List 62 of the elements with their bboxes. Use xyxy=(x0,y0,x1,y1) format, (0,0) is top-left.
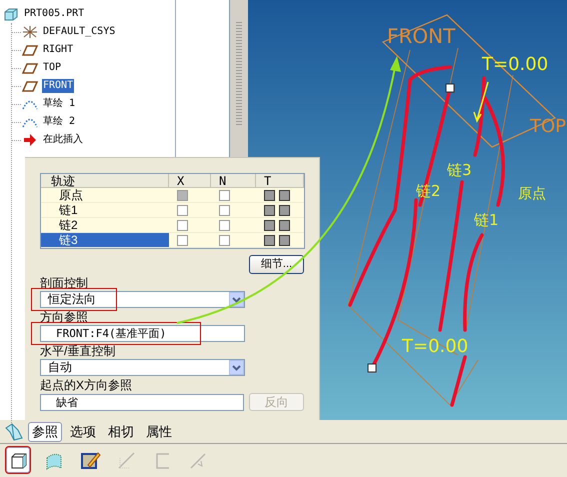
datum-plane-icon xyxy=(22,62,38,74)
tab[interactable]: 属性 xyxy=(142,422,176,442)
checkbox[interactable] xyxy=(177,190,188,200)
sketch-icon xyxy=(22,98,38,110)
column-header: 轨迹 xyxy=(41,174,169,187)
start-point-marker xyxy=(446,84,454,92)
tangency-toggle-icon[interactable] xyxy=(264,204,275,216)
checkbox[interactable] xyxy=(177,234,188,246)
checkbox[interactable] xyxy=(219,204,230,216)
coordinate-system-icon xyxy=(22,25,38,39)
checkbox[interactable] xyxy=(177,220,188,230)
tangency-toggle-icon[interactable] xyxy=(279,234,290,246)
datum-plane-icon xyxy=(22,80,38,92)
tab[interactable]: 参照 xyxy=(28,422,62,442)
arrow-icon xyxy=(23,134,37,146)
direction-arrow xyxy=(473,81,489,123)
checkbox[interactable] xyxy=(219,234,230,246)
tree-item[interactable]: FRONT xyxy=(42,79,74,93)
tree-item[interactable]: 草绘 2 xyxy=(42,115,76,129)
tree-item[interactable]: PRT005.PRT xyxy=(23,7,86,21)
datum-label: FRONT xyxy=(387,24,456,48)
tangency-toggle-icon[interactable] xyxy=(264,220,275,230)
tree-item[interactable]: DEFAULT_CSYS xyxy=(42,25,116,39)
tab[interactable]: 相切 xyxy=(104,422,138,442)
tree-item[interactable]: 草绘 1 xyxy=(42,97,76,111)
tangency-toggle-icon[interactable] xyxy=(279,190,290,200)
table-row-label[interactable]: 链1 xyxy=(41,203,169,217)
checkbox[interactable] xyxy=(219,220,230,230)
solid-icon[interactable] xyxy=(6,447,30,473)
tree-item[interactable]: TOP xyxy=(42,61,62,75)
dropdown[interactable]: 自动 xyxy=(40,359,245,376)
tangency-toggle-icon[interactable] xyxy=(279,204,290,216)
sweep-feature-icon xyxy=(4,422,24,442)
start-point-marker xyxy=(368,364,376,372)
input-field[interactable]: 缺省 xyxy=(40,394,244,410)
trajectory-curve xyxy=(450,355,467,407)
sketch-icon xyxy=(22,116,38,128)
column-header: X xyxy=(169,174,211,187)
details-button[interactable]: 细节... xyxy=(249,255,304,274)
tangency-toggle-icon[interactable] xyxy=(279,220,290,230)
tree-item[interactable]: RIGHT xyxy=(42,43,74,57)
tangency-toggle-icon[interactable] xyxy=(264,190,275,200)
chain-label: 链3 xyxy=(447,161,472,179)
input-field[interactable]: FRONT:F4(基准平面) xyxy=(40,325,245,342)
field-label: 起点的X方向参照 xyxy=(40,378,134,392)
table-row-label[interactable]: 原点 xyxy=(41,188,169,202)
field-label: 剖面控制 xyxy=(40,276,89,290)
chain-label: 原点 xyxy=(518,186,546,202)
part-icon xyxy=(4,8,18,20)
datum-plane-icon xyxy=(22,44,38,56)
tree-item[interactable]: 在此插入 xyxy=(42,133,84,147)
dropdown[interactable]: 恒定法向 xyxy=(40,291,245,308)
table-row-label[interactable]: 链3 xyxy=(41,233,169,247)
checkbox[interactable] xyxy=(219,190,230,200)
tangency-toggle-icon[interactable] xyxy=(264,234,275,246)
field-label: 水平/垂直控制 xyxy=(40,344,116,358)
checkbox[interactable] xyxy=(177,204,188,216)
column-header: T xyxy=(256,174,304,187)
tab[interactable]: 选项 xyxy=(66,422,100,442)
datum-label: TOP xyxy=(530,116,566,137)
column-header: N xyxy=(211,174,256,187)
table-row-label[interactable]: 链2 xyxy=(41,218,169,232)
